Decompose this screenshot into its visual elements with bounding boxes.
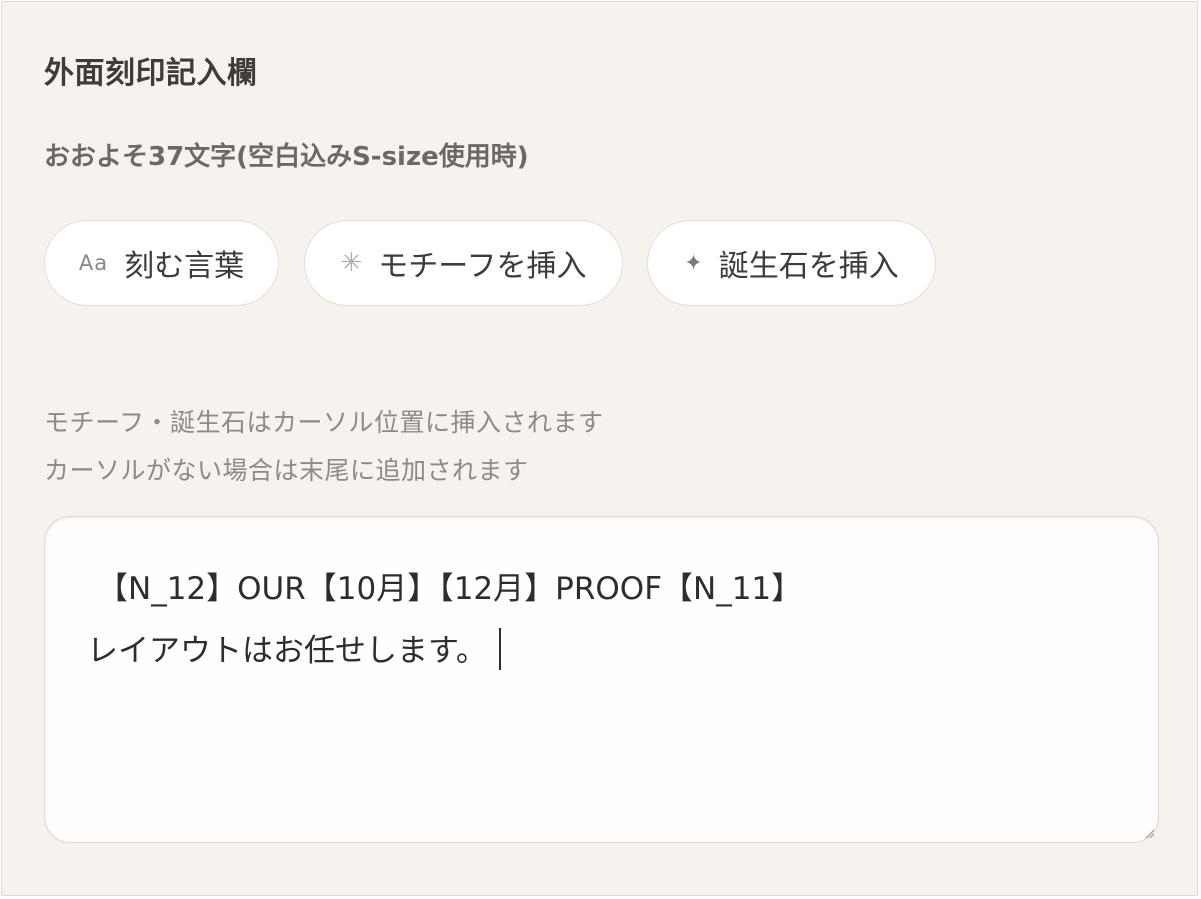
engrave-words-button[interactable]: Aa 刻む言葉	[44, 220, 279, 306]
engraving-text-line-1: 【N_12】OUR【10月】【12月】PROOF【N_11】	[97, 571, 803, 607]
diamond-sparkle-icon: ✦	[684, 250, 703, 276]
engraving-text-line-2-content: レイアウトはお任せします。	[87, 633, 487, 669]
insert-motif-label: モチーフを挿入	[378, 249, 587, 284]
resize-handle-icon[interactable]	[1143, 827, 1155, 839]
engraving-text-input[interactable]: 【N_12】OUR【10月】【12月】PROOF【N_11】 レイアウトはお任せ…	[44, 516, 1159, 843]
insert-birthstone-label: 誕生石を挿入	[718, 249, 899, 284]
insert-hint-cursor: モチーフ・誕生石はカーソル位置に挿入されます	[44, 408, 604, 437]
asterisk-icon: ✳	[340, 248, 363, 278]
panel-title: 外面刻印記入欄	[44, 56, 258, 91]
engraving-text-line-2: レイアウトはお任せします。	[87, 625, 501, 670]
text-icon: Aa	[78, 251, 109, 275]
character-limit-note: おおよそ37文字(空白込みS-size使用時)	[44, 142, 529, 172]
engrave-words-label: 刻む言葉	[124, 249, 245, 284]
insert-birthstone-button[interactable]: ✦ 誕生石を挿入	[647, 220, 936, 306]
engraving-panel: 外面刻印記入欄 おおよそ37文字(空白込みS-size使用時) Aa 刻む言葉 …	[1, 1, 1198, 896]
insert-hint-append: カーソルがない場合は末尾に追加されます	[44, 456, 529, 485]
insert-motif-button[interactable]: ✳ モチーフを挿入	[304, 220, 623, 306]
text-cursor	[498, 628, 501, 670]
